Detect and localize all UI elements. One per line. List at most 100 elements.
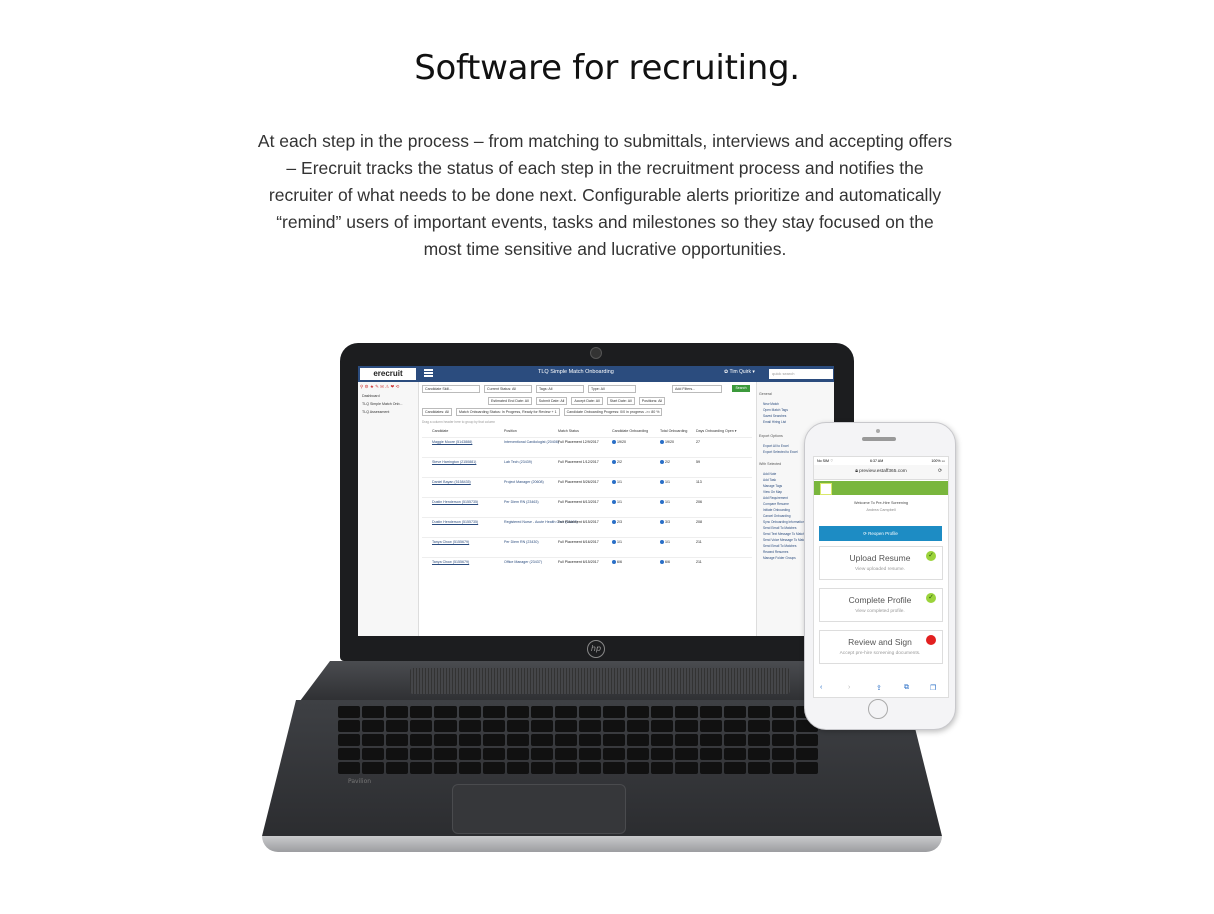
panel-action[interactable]: Compare Resume [763, 502, 789, 506]
candidate-onboarding-progress-filter[interactable]: Candidate Onboarding Progress: 0/0 in pr… [563, 408, 663, 416]
candidate-onboarding: 1/1 [612, 480, 622, 485]
accept-date-filter[interactable]: Accept Date: All [571, 397, 603, 405]
match-onboarding-status-filter[interactable]: Match Onboarding Status: In Progress, Re… [455, 408, 560, 416]
keyboard-key [723, 720, 746, 732]
progress-dot-icon [612, 560, 616, 565]
candidates-filter[interactable]: Candidates: All [422, 408, 452, 416]
candidate-link[interactable]: Maggie Moore (5143888) [432, 440, 472, 444]
candidate-link[interactable]: Tanya Chow (5155679) [432, 560, 469, 564]
table-row[interactable]: Steve Harrington (2150881) Lab Tech (234… [422, 457, 752, 478]
hamburger-menu-icon[interactable] [424, 369, 433, 377]
candidate-link[interactable]: Steve Harrington (2150881) [432, 460, 476, 464]
positions-filter[interactable]: Positions: All [638, 397, 666, 405]
position-link[interactable]: Project Manager (20608) [504, 480, 544, 484]
share-icon[interactable]: ⇪ [876, 684, 882, 692]
step-title: Review and Sign [848, 637, 912, 647]
panel-action[interactable]: Export All to Excel [763, 444, 789, 448]
candidate-onboarding: 1/1 [612, 500, 622, 505]
keyboard-key [338, 706, 361, 718]
col-days-open[interactable]: Days Onboarding Open ▾ [696, 429, 737, 433]
match-status: Full Placement 6/15/2017 [558, 560, 599, 564]
step-subtitle[interactable]: View uploaded resume. [820, 567, 940, 572]
add-filters-input[interactable]: Add Filters... [672, 385, 722, 393]
step-card-upload-resume[interactable]: Upload Resume View uploaded resume. ✓ [819, 546, 943, 580]
col-match-status[interactable]: Match Status [558, 429, 579, 433]
panel-action[interactable]: Open Match Tags [763, 408, 788, 412]
table-row[interactable]: Dustin Henderson (5155735) Registered Nu… [422, 517, 752, 538]
bookmarks-icon[interactable]: ⧉ [904, 684, 909, 692]
candidate-link[interactable]: Daniel Bayan (5158435) [432, 480, 471, 484]
quick-search-input[interactable]: quick search [769, 369, 833, 379]
candidate-skill-filter[interactable]: Candidate Skill... [422, 385, 480, 393]
reopen-profile-button[interactable]: ⟳ Reopen Profile [819, 526, 942, 541]
panel-action[interactable]: Initiate Onboarding [763, 508, 790, 512]
erecruit-logo[interactable]: erecruit [360, 368, 416, 380]
position-link[interactable]: Interventional Cardiologist (20408) [504, 440, 559, 444]
step-subtitle[interactable]: Accept pre-hire screening documents. [820, 651, 940, 656]
panel-action[interactable]: Cancel Onboarding [763, 514, 790, 518]
url-bar[interactable]: 🔒︎ preview.estaff365.com ⟳ [814, 465, 948, 480]
candidate-link[interactable]: Dustin Henderson (5155735) [432, 500, 478, 504]
table-row[interactable]: Tanya Chow (5155679) Office Manager (234… [422, 557, 752, 578]
panel-action[interactable]: Saved Searches [763, 414, 786, 418]
panel-action[interactable]: Send Text Message To Matches [763, 532, 808, 536]
type-filter[interactable]: Type: All [588, 385, 636, 393]
col-total-onboarding[interactable]: Total Onboarding [660, 429, 687, 433]
tags-filter[interactable]: Tags: All [536, 385, 584, 393]
panel-action[interactable]: Reward Resumes [763, 550, 788, 554]
table-row[interactable]: Daniel Bayan (5158435) Project Manager (… [422, 477, 752, 498]
position-link[interactable]: Per Diem RN (23463) [504, 500, 539, 504]
estimated-end-date-filter[interactable]: Estimated End Date: All [488, 397, 532, 405]
position-link[interactable]: Per Diem RN (23430) [504, 540, 539, 544]
candidate-onboarding: 19/20 [612, 440, 626, 445]
col-candidate[interactable]: Candidate [432, 429, 448, 433]
reload-icon[interactable]: ⟳ [938, 465, 942, 479]
panel-action[interactable]: New Match [763, 402, 779, 406]
table-row[interactable]: Dustin Henderson (5155735) Per Diem RN (… [422, 497, 752, 518]
panel-action[interactable]: Sync Onboarding Information [763, 520, 804, 524]
step-card-complete-profile[interactable]: Complete Profile View completed profile.… [819, 588, 943, 622]
total-onboarding: 1/1 [660, 540, 670, 545]
col-candidate-onboarding[interactable]: Candidate Onboarding [612, 429, 648, 433]
panel-action[interactable]: Manage Folder Groups [763, 556, 796, 560]
candidate-link[interactable]: Tanya Chow (5155679) [432, 540, 469, 544]
pending-status-icon [926, 635, 936, 645]
user-menu[interactable]: ✿ Tim Quirk ▾ [724, 369, 755, 375]
panel-action[interactable]: Send Email To Matches [763, 544, 796, 548]
panel-action[interactable]: Add Task [763, 478, 776, 482]
nav-item-match-onboarding[interactable]: TLQ Simple Match Onb... [362, 402, 403, 406]
days-open: 27 [696, 440, 700, 444]
current-status-filter[interactable]: Current Status: All [484, 385, 532, 393]
nav-item-dashboard[interactable]: Dashboard [362, 394, 380, 398]
panel-action[interactable]: Email Hiring List [763, 420, 786, 424]
keyboard-key [530, 762, 553, 774]
touchpad [452, 784, 626, 834]
keyboard-key [723, 706, 746, 718]
table-row[interactable]: Tanya Chow (5155679) Per Diem RN (23430)… [422, 537, 752, 558]
table-row[interactable]: Maggie Moore (5143888) Interventional Ca… [422, 437, 752, 458]
position-link[interactable]: Lab Tech (23439) [504, 460, 532, 464]
nav-toolbar-icons[interactable]: ⚲ ⚙ ★ ✎ ✉ ⚠ ❤ ⟲ [360, 384, 399, 390]
panel-action[interactable]: Add Requirement [763, 496, 788, 500]
col-position[interactable]: Position [504, 429, 517, 433]
submit-date-filter[interactable]: Submit Date: All [535, 397, 568, 405]
start-date-filter[interactable]: Start Date: All [606, 397, 635, 405]
panel-action[interactable]: View On Map [763, 490, 782, 494]
panel-action[interactable]: Export Selected to Excel [763, 450, 798, 454]
step-card-review-and-sign[interactable]: Review and Sign Accept pre-hire screenin… [819, 630, 943, 664]
position-link[interactable]: Office Manager (23437) [504, 560, 542, 564]
panel-action[interactable]: Send Email To Matches [763, 526, 796, 530]
search-button[interactable]: Search [732, 385, 750, 392]
panel-action[interactable]: Manage Tags [763, 484, 782, 488]
keyboard-key [506, 748, 529, 760]
step-subtitle[interactable]: View completed profile. [820, 609, 940, 614]
tabs-icon[interactable]: ❐ [930, 684, 936, 692]
back-icon[interactable]: ‹ [820, 684, 822, 691]
keyboard-key [338, 734, 361, 746]
keyboard-key [747, 706, 770, 718]
clock: 6:37 AM [870, 459, 884, 463]
home-button[interactable] [868, 699, 888, 719]
nav-item-assessment[interactable]: TLQ Assessment [362, 410, 389, 414]
panel-action[interactable]: Add Note [763, 472, 776, 476]
candidate-link[interactable]: Dustin Henderson (5155735) [432, 520, 478, 524]
